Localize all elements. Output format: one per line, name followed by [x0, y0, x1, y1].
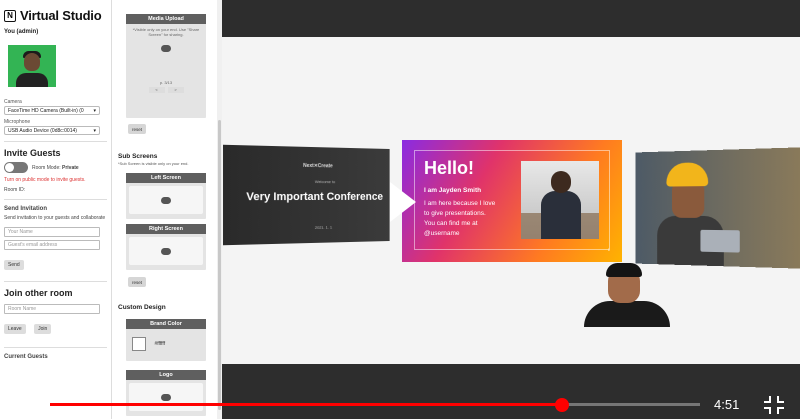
upload-cloud-icon[interactable] — [161, 45, 171, 53]
right-sub-screen — [635, 147, 800, 269]
sub-screens-note: *Sub Screen is visible only on your end. — [118, 161, 189, 166]
presenter-photo — [521, 161, 599, 239]
main-presentation-slide: Hello! I am Jayden Smith I am here becau… — [402, 140, 622, 262]
left-screen-card: Left Screen — [126, 173, 206, 219]
studio-logo-icon: N — [4, 9, 16, 22]
conference-brand: Next✕Create — [303, 162, 333, 170]
room-mode-toggle[interactable] — [4, 162, 28, 173]
self-video-preview — [8, 45, 56, 87]
left-sub-screen: Next✕Create Welcome to Very Important Co… — [223, 144, 390, 246]
guest-email-input[interactable]: Guest's email address — [4, 240, 100, 250]
left-screen-upload[interactable] — [129, 186, 203, 214]
app-header: N Virtual Studio — [0, 0, 111, 27]
logo-title: Logo — [126, 370, 206, 380]
video-duration: 4:51 — [714, 397, 740, 412]
invite-guests-heading: Invite Guests — [4, 148, 61, 158]
divider — [4, 199, 107, 200]
send-invite-button[interactable]: Send — [4, 260, 24, 270]
play-icon[interactable] — [390, 182, 416, 222]
logo-card: Logo — [126, 370, 206, 416]
scrollbar-thumb[interactable] — [218, 120, 221, 410]
current-time: 3:50 — [6, 397, 32, 412]
progress-bar[interactable] — [50, 398, 700, 412]
sub-screens-heading: Sub Screens — [118, 153, 158, 160]
slide-greeting: Hello! — [424, 158, 475, 178]
chevron-down-icon: ▾ — [93, 107, 96, 114]
guest-name-input[interactable]: Your Name — [4, 227, 100, 237]
virtual-studio-scene: Next✕Create Welcome to Very Important Co… — [222, 37, 800, 364]
divider — [4, 281, 107, 282]
conference-welcome: Welcome to — [314, 179, 336, 185]
room-name-input[interactable]: Room Name — [4, 304, 100, 314]
media-upload-card: Media Upload *Visible only on your end. … — [126, 14, 206, 118]
fullscreen-exit-icon[interactable] — [764, 396, 784, 414]
join-room-heading: Join other room — [4, 288, 73, 298]
send-invitation-description: Send invitation to your guests and colla… — [4, 215, 106, 221]
next-page-button[interactable]: > — [167, 87, 184, 94]
video-stage: Next✕Create Welcome to Very Important Co… — [222, 0, 800, 419]
microphone-label: Microphone — [4, 119, 31, 125]
reset-media-button[interactable]: reset — [128, 124, 146, 134]
media-upload-note: *Visible only on your end. Use "Share Sc… — [132, 27, 200, 38]
room-mode-row: Room Mode: Private — [0, 158, 111, 177]
page-indicator: p. 3/13 — [159, 80, 173, 86]
custom-design-heading: Custom Design — [118, 304, 166, 311]
room-mode-label: Room Mode: Private — [32, 164, 79, 171]
camera-label: Camera — [4, 99, 22, 105]
brand-color-title: Brand Color — [126, 319, 206, 329]
current-guests-heading: Current Guests — [4, 354, 48, 360]
upload-cloud-icon — [161, 393, 171, 401]
progress-fill — [50, 403, 563, 406]
slide-bio: I am here because I love to give present… — [424, 200, 496, 238]
brand-color-swatch[interactable] — [132, 336, 146, 351]
upload-cloud-icon — [161, 196, 171, 204]
right-screen-card: Right Screen — [126, 224, 206, 270]
slide-intro: I am Jayden Smith — [424, 187, 482, 194]
app-title: Virtual Studio — [20, 8, 102, 23]
right-screen-upload[interactable] — [129, 237, 203, 265]
room-id-label: Room ID: — [4, 187, 26, 193]
microphone-select[interactable]: USB Audio Device (0d8c:0014) ▾ — [4, 126, 100, 135]
media-upload-title: Media Upload — [126, 14, 206, 24]
chevron-down-icon: ▾ — [93, 127, 96, 134]
camera-select[interactable]: FaceTime HD Camera (Built-in) (0 ▾ — [4, 106, 100, 115]
logo-upload[interactable] — [129, 383, 203, 411]
reset-subscreens-button[interactable]: reset — [128, 277, 146, 287]
slide-page-number: 1 — [607, 247, 610, 252]
join-room-button[interactable]: Join — [34, 324, 52, 334]
divider — [4, 141, 107, 142]
app-root: N Virtual Studio You (admin) Camera Face… — [0, 0, 800, 419]
right-screen-title: Right Screen — [126, 224, 206, 234]
conference-title: Very Important Conference — [246, 190, 383, 204]
brand-color-card: Brand Color #ffffff — [126, 319, 206, 361]
user-role-label: You (admin) — [4, 29, 39, 35]
prev-page-button[interactable]: < — [148, 87, 165, 94]
presenter-cutout — [578, 257, 672, 327]
leave-room-button[interactable]: Leave — [4, 324, 26, 334]
left-screen-title: Left Screen — [126, 173, 206, 183]
conference-date: 2021. 1. 1 — [314, 224, 333, 230]
upload-cloud-icon — [161, 247, 171, 255]
divider — [4, 347, 107, 348]
brand-color-value: #ffffff — [154, 340, 166, 347]
control-sidebar: N Virtual Studio You (admin) Camera Face… — [0, 0, 112, 419]
